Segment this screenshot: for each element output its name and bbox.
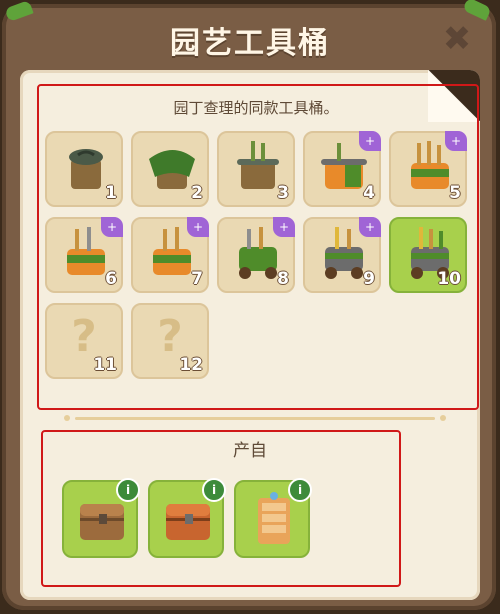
close-button[interactable]: ✖ <box>440 22 474 56</box>
output-item-orange-chest[interactable]: i <box>148 478 226 558</box>
slot-number: 9 <box>363 269 375 289</box>
collection-slot-12[interactable]: ? 12 <box>131 303 209 379</box>
collection-slot-7[interactable]: + 7 <box>131 217 209 293</box>
collection-slot-11[interactable]: ? 11 <box>45 303 123 379</box>
slot-number: 3 <box>277 183 289 203</box>
collection-slot-2[interactable]: 2 <box>131 131 209 207</box>
output-item-wooden-chest[interactable]: i <box>62 478 140 558</box>
section-divider <box>75 417 435 420</box>
output-title: 产自 <box>233 441 267 461</box>
slot-number: 7 <box>191 269 203 289</box>
collection-slot-5[interactable]: + 5 <box>389 131 467 207</box>
collection-slot-1[interactable]: 1 <box>45 131 123 207</box>
collection-slot-3[interactable]: 3 <box>217 131 295 207</box>
drawer-cabinet-icon <box>258 492 290 544</box>
slot-number: 6 <box>105 269 117 289</box>
slot-number: 1 <box>105 183 117 203</box>
collection-slot-4[interactable]: + 4 <box>303 131 381 207</box>
slot-number: 4 <box>363 183 375 203</box>
collection-slot-8[interactable]: + 8 <box>217 217 295 293</box>
slot-number: 12 <box>179 355 203 375</box>
collection-description: 园丁查理的同款工具桶。 <box>173 99 339 117</box>
divider-dot <box>440 415 446 421</box>
slot-number: 11 <box>93 355 117 375</box>
orange-chest-icon <box>166 504 210 540</box>
close-icon: ✖ <box>442 19 472 59</box>
dialog-title: 园艺工具桶 <box>170 26 330 61</box>
slot-number: 10 <box>437 269 461 289</box>
slot-number: 2 <box>191 183 203 203</box>
title-bar: 园艺工具桶 <box>20 10 480 70</box>
slot-number: 8 <box>277 269 289 289</box>
collection-slot-10[interactable]: 10 <box>389 217 467 293</box>
collection-slot-6[interactable]: + 6 <box>45 217 123 293</box>
output-item-drawer-cabinet[interactable]: i <box>234 478 312 558</box>
collection-slot-9[interactable]: + 9 <box>303 217 381 293</box>
slot-number: 5 <box>449 183 461 203</box>
divider-dot <box>64 415 70 421</box>
wooden-chest-icon <box>80 504 124 540</box>
